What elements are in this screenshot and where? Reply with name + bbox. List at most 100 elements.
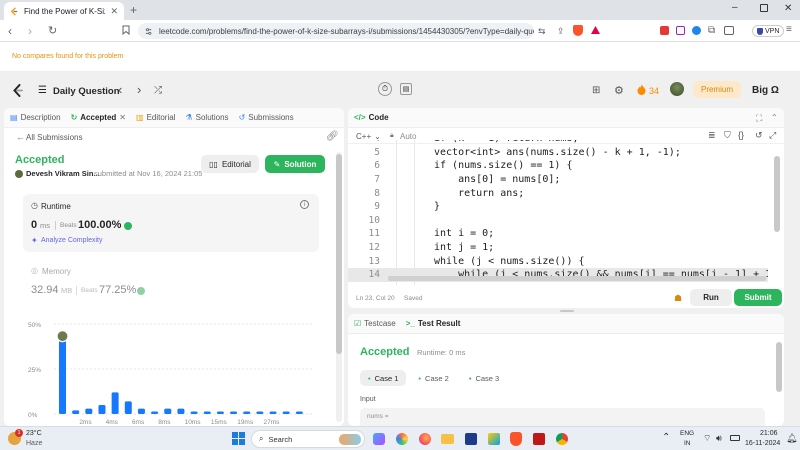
- code-line[interactable]: 11 int i = 0;: [348, 227, 768, 241]
- shuffle-icon[interactable]: ⤮: [154, 85, 162, 96]
- store-icon[interactable]: [465, 433, 477, 445]
- task-view-icon[interactable]: [373, 433, 385, 445]
- notification-bell-icon[interactable]: 🔔︎: [786, 433, 797, 444]
- share-link-icon[interactable]: 🔗︎: [326, 131, 339, 142]
- expand-editor-icon[interactable]: ⤢: [769, 130, 776, 141]
- runtime-card[interactable]: ◷ Runtime i 0 ms Beats 100.00% ✦ Analyze…: [23, 194, 319, 252]
- code-editor[interactable]: 4 if (k == 1) return nums; 5 vector<int> an…: [348, 140, 768, 285]
- back-arrow-icon[interactable]: ‹: [8, 24, 12, 38]
- tab-testcase[interactable]: ☑ Testcase: [354, 319, 396, 328]
- histogram-bar[interactable]: [295, 411, 303, 415]
- code-vertical-scrollbar[interactable]: [774, 156, 780, 232]
- code-line[interactable]: 9}: [348, 200, 768, 214]
- run-button[interactable]: Run: [690, 289, 732, 306]
- forward-arrow-icon[interactable]: ›: [28, 24, 32, 38]
- reload-icon[interactable]: ↻: [48, 24, 57, 37]
- code-line[interactable]: 10: [348, 214, 768, 228]
- close-tab-icon[interactable]: ✕: [110, 6, 118, 17]
- windows-start-icon[interactable]: [232, 432, 245, 445]
- close-window-icon[interactable]: ✕: [784, 3, 792, 14]
- user-avatar[interactable]: [670, 82, 684, 96]
- layout-icon[interactable]: ⊞: [592, 85, 600, 96]
- bookmark-icon[interactable]: [122, 25, 130, 35]
- notes-icon[interactable]: ▤: [400, 83, 412, 95]
- brave-rewards-icon[interactable]: [590, 25, 601, 35]
- histogram-bar[interactable]: [85, 408, 93, 414]
- brave-browser-icon[interactable]: [510, 432, 522, 446]
- code-line[interactable]: 7 ans[0] = nums[0];: [348, 173, 768, 187]
- braces-icon[interactable]: {}: [738, 130, 744, 140]
- test-panel-scrollbar[interactable]: [776, 342, 782, 392]
- histogram-bar[interactable]: [243, 411, 251, 415]
- maximize-panel-icon[interactable]: ⛶: [756, 113, 762, 124]
- chrome-icon[interactable]: [556, 433, 568, 445]
- histogram-bar[interactable]: [137, 408, 145, 414]
- show-hidden-icons[interactable]: ⌃: [662, 432, 670, 443]
- code-line[interactable]: 12 int j = 1;: [348, 241, 768, 255]
- maximize-window-icon[interactable]: [760, 4, 768, 12]
- brave-shield-icon[interactable]: [573, 25, 583, 36]
- tab-submissions[interactable]: ↺ Submissions: [239, 113, 294, 122]
- editorial-button[interactable]: ▯▯ Editorial: [201, 155, 259, 173]
- new-tab-icon[interactable]: +: [130, 3, 137, 17]
- extension-icon-2[interactable]: [676, 26, 685, 35]
- code-line[interactable]: 8 return ans;: [348, 186, 768, 200]
- histogram-bar[interactable]: [151, 411, 159, 415]
- code-line[interactable]: 13 while (j < nums.size()) {: [348, 254, 768, 268]
- wifi-icon[interactable]: ⌔: [703, 433, 711, 444]
- analyze-complexity-link[interactable]: Analyze Complexity: [41, 237, 102, 244]
- extension-icon-1[interactable]: [660, 26, 669, 35]
- daily-question-link[interactable]: Daily Question: [53, 86, 120, 97]
- next-problem-icon[interactable]: ›: [137, 82, 141, 97]
- horizontal-scrollbar[interactable]: [388, 276, 766, 281]
- left-panel-scroll-thumb[interactable]: [336, 154, 342, 354]
- paint-icon[interactable]: [488, 433, 500, 445]
- histogram-bar[interactable]: [98, 405, 106, 414]
- tab-test-result[interactable]: >_ Test Result: [406, 319, 461, 328]
- extension-icon-3[interactable]: [692, 26, 701, 35]
- minimize-window-icon[interactable]: –: [732, 2, 738, 13]
- translate-icon[interactable]: ⇆: [538, 26, 546, 37]
- problem-list-icon[interactable]: ☰: [38, 85, 47, 96]
- settings-gear-icon[interactable]: ⚙: [614, 84, 624, 97]
- histogram-bar[interactable]: [256, 411, 264, 415]
- sidebar-toggle-icon[interactable]: [724, 26, 734, 35]
- battery-icon[interactable]: [730, 435, 740, 441]
- url-bar[interactable]: leetcode.com/problems/find-the-power-of-…: [138, 23, 534, 39]
- histogram-bar[interactable]: [230, 411, 238, 415]
- tab-editorial[interactable]: ▥ Editorial: [136, 113, 175, 122]
- file-explorer-icon[interactable]: [441, 434, 454, 444]
- all-submissions-link[interactable]: All Submissions: [26, 133, 82, 142]
- case-tab[interactable]: • Case 3: [461, 370, 507, 386]
- streak-fire-icon[interactable]: [637, 84, 646, 95]
- premium-button[interactable]: Premium: [693, 81, 741, 98]
- histogram-bar[interactable]: [190, 411, 198, 415]
- info-icon[interactable]: i: [300, 200, 309, 209]
- histogram-bar[interactable]: [177, 408, 185, 414]
- clock-time[interactable]: 21:06: [760, 430, 778, 437]
- histogram-bar[interactable]: [282, 411, 290, 415]
- clock-date[interactable]: 16-11-2024: [745, 440, 780, 447]
- mcafee-icon[interactable]: [533, 433, 545, 445]
- histogram-bar[interactable]: [203, 411, 211, 415]
- leetcode-logo-icon[interactable]: [12, 84, 24, 97]
- copilot-icon[interactable]: [396, 433, 408, 445]
- code-tab[interactable]: </> Code: [354, 113, 389, 122]
- solution-button[interactable]: ✎ Solution: [265, 155, 325, 173]
- vpn-button[interactable]: VPN: [752, 25, 785, 37]
- volume-icon[interactable]: 🔊︎: [716, 433, 722, 444]
- tab-solutions[interactable]: ⚗ Solutions: [185, 113, 228, 122]
- site-info-icon[interactable]: [144, 27, 153, 36]
- tab-description[interactable]: ▤ Description: [10, 113, 61, 122]
- taskbar-search-box[interactable]: ⌕ Search: [251, 430, 365, 448]
- debug-icon[interactable]: ☗: [674, 293, 682, 304]
- code-line[interactable]: 5 vector<int> ans(nums.size() - k + 1, -1…: [348, 146, 768, 160]
- tab-accepted[interactable]: ↻ Accepted ✕: [71, 113, 126, 122]
- timer-icon[interactable]: ⏱: [378, 82, 392, 96]
- browser-menu-icon[interactable]: ≡: [786, 24, 792, 35]
- histogram-bar[interactable]: [164, 408, 172, 414]
- histogram-bar[interactable]: [216, 411, 224, 415]
- left-panel-scrollbar[interactable]: [336, 152, 342, 422]
- extensions-icon[interactable]: ⧉: [708, 25, 715, 36]
- submit-button[interactable]: Submit: [734, 289, 782, 306]
